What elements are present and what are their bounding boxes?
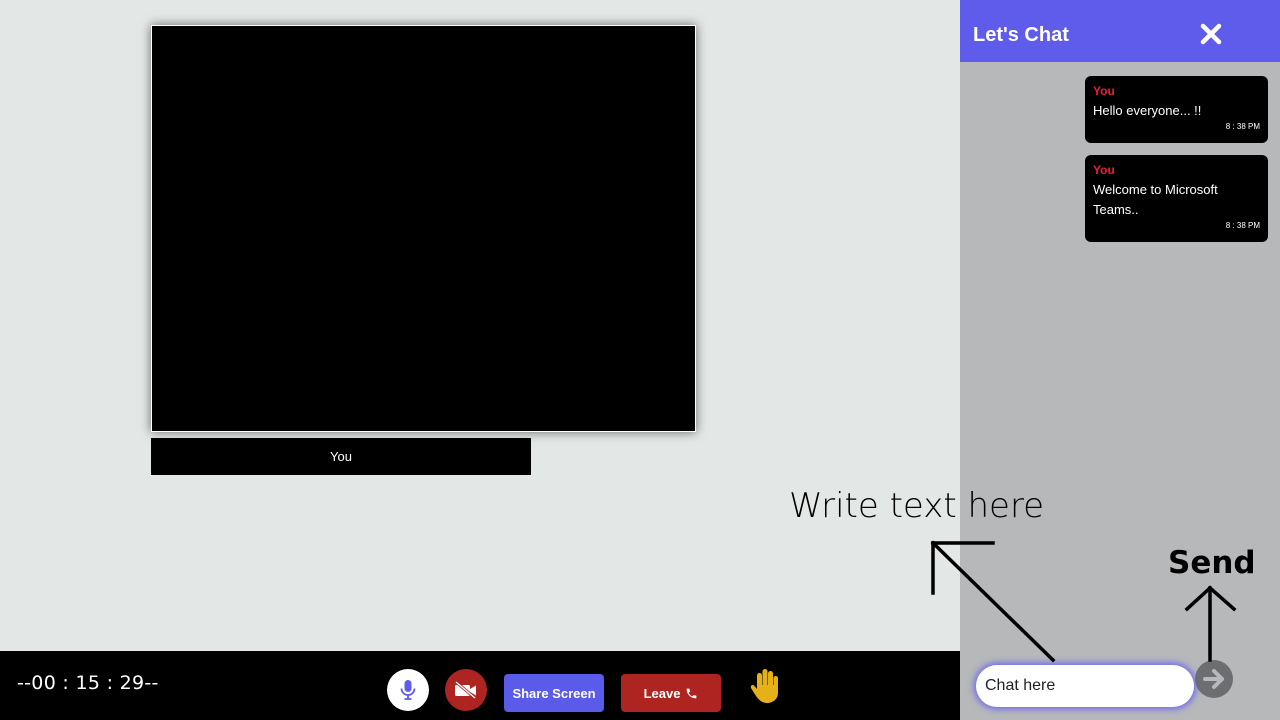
message-text: Hello everyone... !! [1093, 103, 1202, 118]
video-off-icon [455, 681, 476, 699]
message-text: Welcome to Microsoft Teams.. [1093, 182, 1218, 217]
chat-header: Let's Chat [960, 0, 1280, 62]
message-time: 8 : 38 PM [1225, 221, 1260, 230]
close-chat-button[interactable] [1200, 23, 1222, 45]
participant-name: You [330, 449, 352, 464]
control-bar: --00 : 15 : 29-- Share Screen Leave [0, 651, 960, 720]
chat-message: You Hello everyone... !! 8 : 38 PM [1085, 76, 1268, 143]
message-time: 8 : 38 PM [1225, 122, 1260, 131]
raise-hand-button[interactable] [749, 667, 785, 705]
call-timer: --00 : 15 : 29-- [17, 672, 159, 694]
chat-panel: Let's Chat You Hello everyone... !! 8 : … [960, 0, 1280, 720]
message-sender: You [1093, 163, 1115, 177]
leave-label: Leave [643, 685, 681, 701]
raise-hand-icon [750, 669, 778, 703]
annotation-send: Send [1168, 545, 1256, 581]
share-screen-button[interactable]: Share Screen [504, 674, 604, 712]
chat-title: Let's Chat [973, 24, 1069, 46]
arrow-right-icon [1203, 669, 1224, 689]
share-screen-label: Share Screen [512, 685, 596, 701]
leave-button[interactable]: Leave [621, 674, 721, 712]
annotation-write-text: Write text here [789, 486, 1045, 526]
chat-message: You Welcome to Microsoft Teams.. 8 : 38 … [1085, 155, 1268, 242]
close-icon [1200, 23, 1222, 45]
video-tile [151, 25, 696, 432]
participant-name-tag: You [151, 438, 531, 475]
phone-icon [687, 688, 697, 698]
mic-toggle-button[interactable] [387, 669, 429, 711]
camera-toggle-button[interactable] [445, 669, 487, 711]
microphone-icon [400, 680, 416, 700]
send-button[interactable] [1195, 660, 1233, 698]
chat-input[interactable] [976, 665, 1194, 707]
message-sender: You [1093, 84, 1115, 98]
